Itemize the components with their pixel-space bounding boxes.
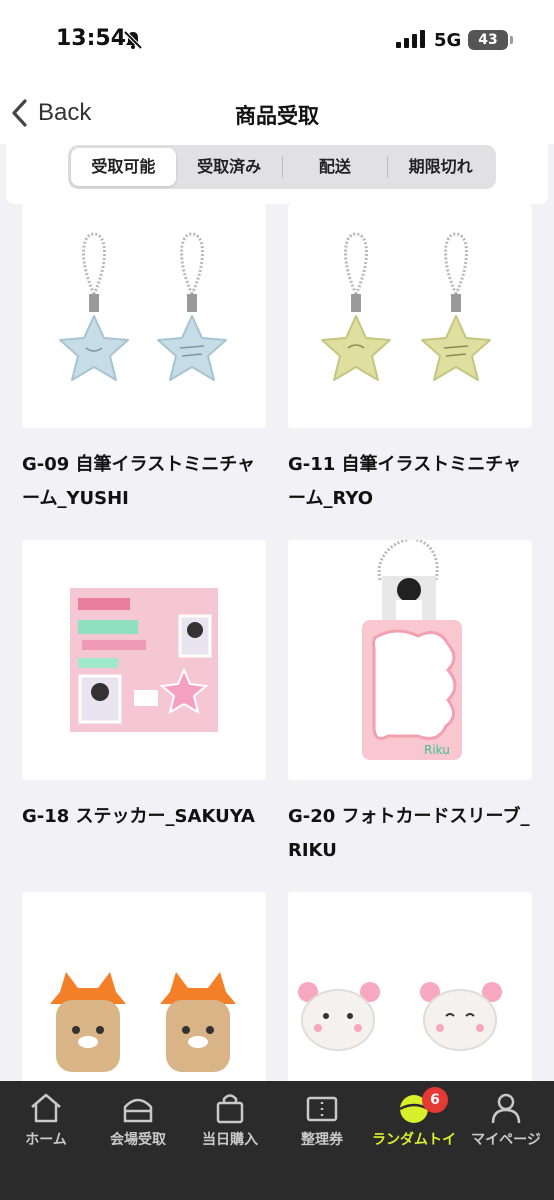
home-icon <box>31 1093 61 1123</box>
tabbar-item-purchase[interactable]: 当日購入 <box>184 1091 276 1149</box>
product-image <box>22 540 266 780</box>
product-card[interactable]: G-09 自筆イラストミニチャーム_YUSHI <box>22 204 266 516</box>
product-image <box>22 204 266 428</box>
tabbar-item-home[interactable]: ホーム <box>0 1091 92 1149</box>
product-card[interactable]: Riku G-20 フォトカードスリーブ_RIKU <box>288 540 532 868</box>
battery-icon: 43 <box>468 30 513 50</box>
tabbar-item-mypage[interactable]: マイページ <box>460 1091 552 1149</box>
tabbar-label: ホーム <box>25 1132 67 1148</box>
bottom-tab-bar: ホーム 会場受取 当日購入 整理券 6 ランダムトイ マイページ <box>0 1081 554 1200</box>
status-bar: 13:54 5G 43 <box>0 0 554 82</box>
tabbar-item-random-toy[interactable]: 6 ランダムトイ <box>368 1087 460 1149</box>
tab-expired[interactable]: 期限切れ <box>388 148 493 186</box>
bell-muted-icon <box>122 29 144 55</box>
product-name: G-09 自筆イラストミニチャーム_YUSHI <box>22 454 256 509</box>
product-name: G-11 自筆イラストミニチャーム_RYO <box>288 454 522 509</box>
tabbar-label: 当日購入 <box>202 1132 258 1148</box>
product-card[interactable] <box>22 892 266 1112</box>
product-image <box>22 892 266 1092</box>
tab-shipping[interactable]: 配送 <box>283 148 388 186</box>
ticket-icon <box>306 1096 338 1122</box>
network-type: 5G <box>434 30 462 51</box>
product-name: G-18 ステッカー_SAKUYA <box>22 806 255 827</box>
tabbar-label: 会場受取 <box>110 1132 166 1148</box>
tabbar-label: マイページ <box>471 1132 541 1148</box>
segment-container: 受取可能 受取済み 配送 期限切れ <box>6 144 548 204</box>
signal-icon <box>396 30 426 52</box>
person-icon <box>491 1093 521 1124</box>
tabbar-item-venue[interactable]: 会場受取 <box>92 1091 184 1149</box>
product-image <box>288 204 532 428</box>
svg-text:Riku: Riku <box>424 743 450 757</box>
shopping-bag-icon <box>216 1094 244 1124</box>
page-title: 商品受取 <box>235 104 319 128</box>
status-time: 13:54 <box>56 26 127 51</box>
product-card[interactable]: G-11 自筆イラストミニチャーム_RYO <box>288 204 532 516</box>
product-name: G-20 フォトカードスリーブ_RIKU <box>288 806 530 861</box>
notification-badge: 6 <box>422 1087 448 1113</box>
product-card[interactable] <box>288 892 532 1112</box>
tabbar-item-ticket[interactable]: 整理券 <box>276 1091 368 1149</box>
tabbar-label: 整理券 <box>301 1132 343 1148</box>
tab-received[interactable]: 受取済み <box>177 148 282 186</box>
tabbar-label: ランダムトイ <box>372 1132 456 1148</box>
tab-available[interactable]: 受取可能 <box>71 148 176 186</box>
segmented-control: 受取可能 受取済み 配送 期限切れ <box>68 145 496 189</box>
venue-icon <box>123 1098 153 1123</box>
navigation-bar: Back 商品受取 <box>0 82 554 144</box>
product-image: Riku <box>288 540 532 780</box>
product-card[interactable]: G-18 ステッカー_SAKUYA <box>22 540 266 834</box>
product-image <box>288 892 532 1092</box>
